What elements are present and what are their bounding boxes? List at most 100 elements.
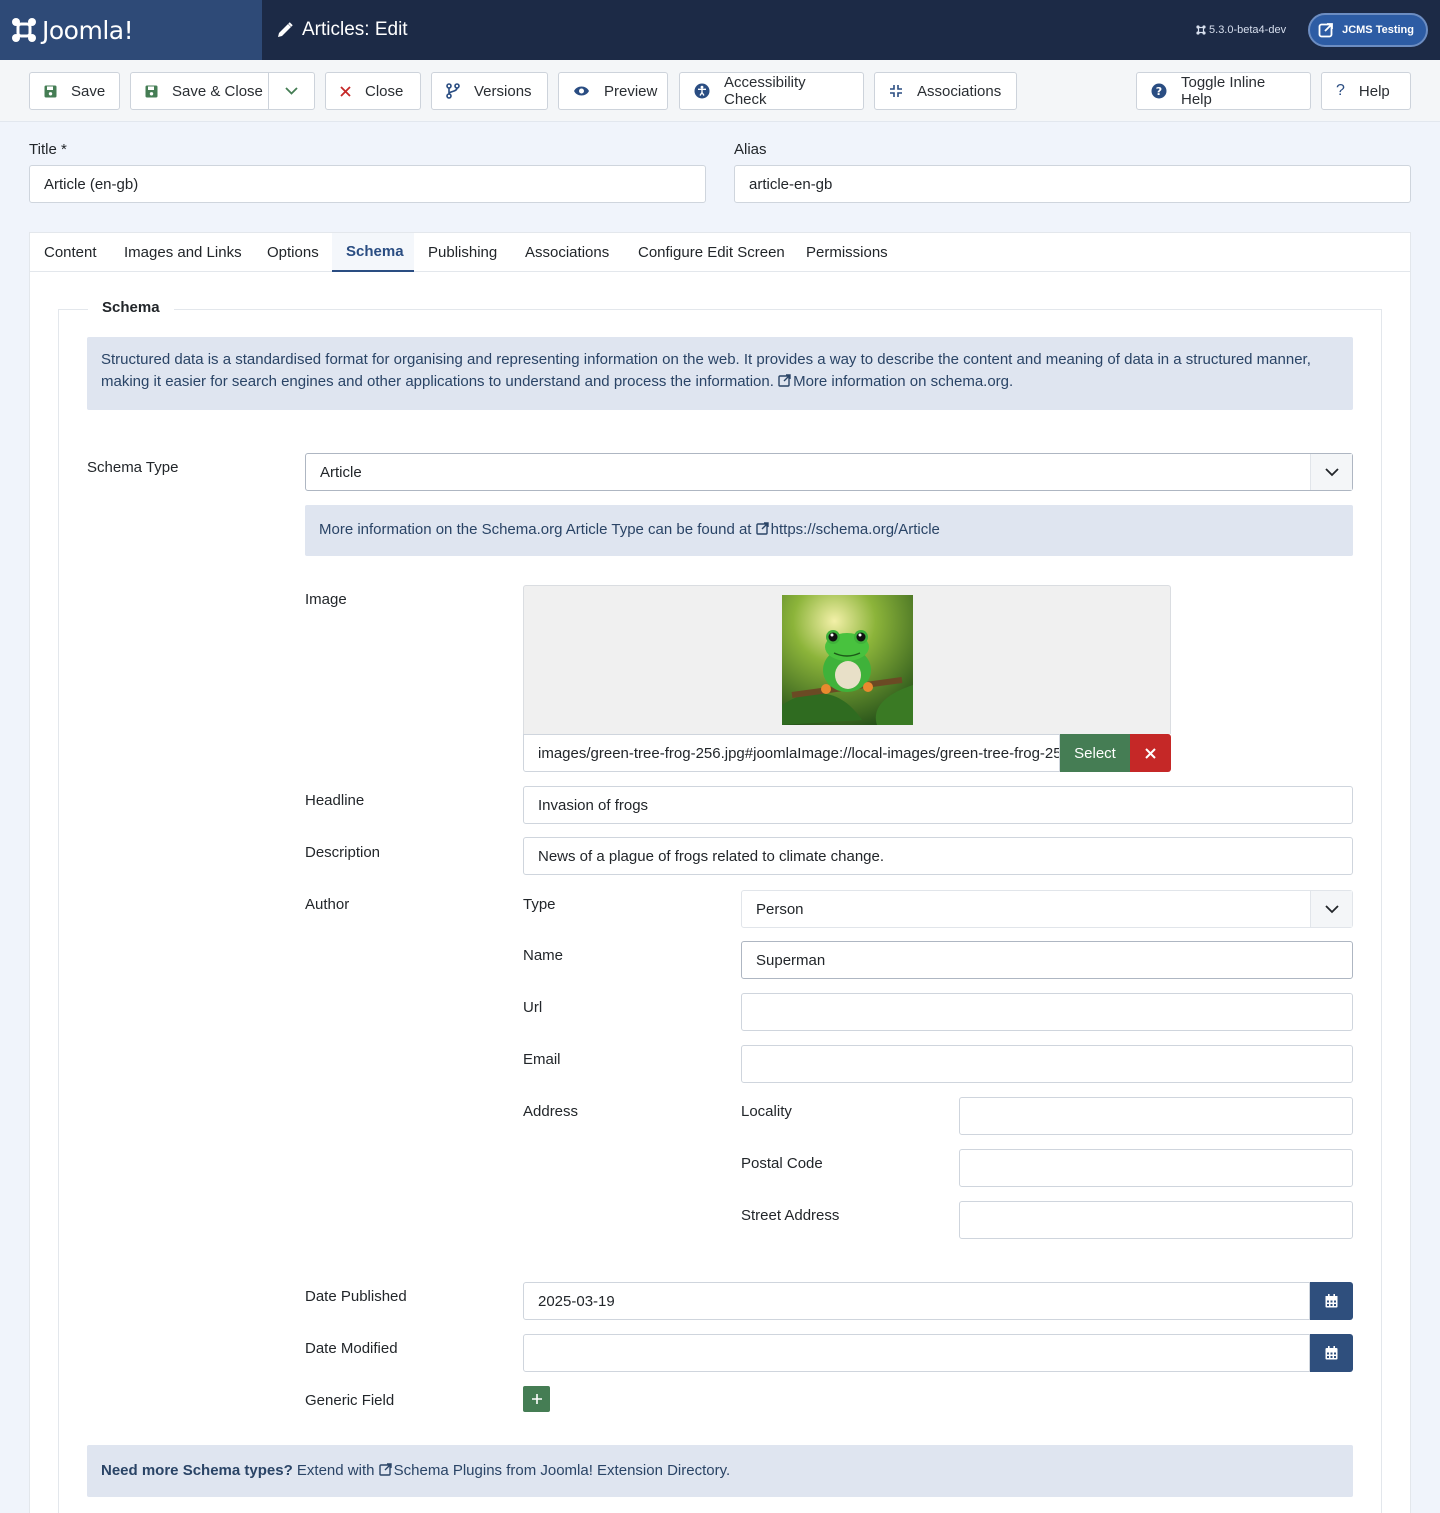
schema-article-link-text: https://schema.org/Article xyxy=(770,521,940,538)
page-title: Articles: Edit xyxy=(302,19,408,40)
joomla-logo[interactable]: Joomla! xyxy=(0,0,262,60)
eye-icon xyxy=(573,85,590,97)
external-link-icon xyxy=(778,374,791,387)
floppy-icon xyxy=(145,85,158,98)
author-url-input[interactable] xyxy=(741,993,1353,1031)
chevron-down-icon xyxy=(285,87,298,95)
site-link-button[interactable]: JCMS Testing xyxy=(1308,13,1428,47)
alias-input[interactable]: article-en-gb xyxy=(734,165,1411,203)
schema-org-link-text: More information on schema.org. xyxy=(793,373,1014,390)
title-input[interactable]: Article (en-gb) xyxy=(29,165,706,203)
schema-type-info-alert: More information on the Schema.org Artic… xyxy=(305,505,1353,556)
author-type-label: Type xyxy=(523,896,556,913)
associations-button[interactable]: Associations xyxy=(874,72,1017,110)
author-type-select[interactable]: Person xyxy=(741,890,1353,928)
accessibility-check-button[interactable]: Accessibility Check xyxy=(679,72,864,110)
plus-icon xyxy=(531,1394,542,1404)
schema-intro-text: Structured data is a standardised format… xyxy=(101,351,1311,390)
schema-intro-alert: Structured data is a standardised format… xyxy=(87,337,1353,410)
image-select-button[interactable]: Select xyxy=(1060,734,1130,772)
logo-text: Joomla! xyxy=(42,15,134,45)
close-icon xyxy=(340,85,351,97)
date-modified-calendar-button[interactable] xyxy=(1310,1334,1353,1372)
tab-options[interactable]: Options xyxy=(253,233,333,272)
close-button[interactable]: Close xyxy=(325,72,421,110)
versions-button[interactable]: Versions xyxy=(431,72,548,110)
image-clear-button[interactable] xyxy=(1130,734,1171,772)
joomla-small-icon xyxy=(1196,25,1206,35)
tab-bar: Content Images and Links Options Schema … xyxy=(30,233,1410,272)
save-dropdown-toggle[interactable] xyxy=(268,73,314,109)
versions-label: Versions xyxy=(474,82,532,100)
version-text: 5.3.0-beta4-dev xyxy=(1209,24,1287,36)
tab-images-and-links[interactable]: Images and Links xyxy=(110,233,256,272)
calendar-icon xyxy=(1325,1346,1338,1360)
close-icon xyxy=(1145,747,1156,759)
street-address-label: Street Address xyxy=(741,1207,840,1224)
pencil-icon xyxy=(278,22,293,37)
title-label: Title * xyxy=(29,141,67,158)
author-url-label: Url xyxy=(523,999,543,1016)
headline-input[interactable]: Invasion of frogs xyxy=(523,786,1353,824)
image-label: Image xyxy=(305,591,347,608)
code-branch-icon xyxy=(446,83,460,99)
schema-article-link[interactable]: https://schema.org/Article xyxy=(755,521,940,538)
tab-publishing[interactable]: Publishing xyxy=(414,233,511,272)
date-published-calendar-button[interactable] xyxy=(1310,1282,1353,1320)
chevron-down-icon xyxy=(1310,891,1352,927)
save-label: Save xyxy=(71,82,106,100)
alias-label: Alias xyxy=(734,141,767,158)
postal-code-input[interactable] xyxy=(959,1149,1353,1187)
close-label: Close xyxy=(365,82,404,100)
accessibility-label: Accessibility Check xyxy=(724,74,806,108)
version-label: 5.3.0-beta4-dev xyxy=(1196,24,1286,36)
generic-field-label: Generic Field xyxy=(305,1392,395,1409)
author-address-label: Address xyxy=(523,1103,579,1120)
joomla-logo-icon xyxy=(12,18,36,42)
calendar-icon xyxy=(1325,1294,1338,1308)
save-close-button[interactable]: Save & Close xyxy=(130,72,315,110)
tab-associations[interactable]: Associations xyxy=(511,233,623,272)
description-input[interactable]: News of a plague of frogs related to cli… xyxy=(523,837,1353,875)
tab-schema[interactable]: Schema xyxy=(332,233,414,272)
schema-type-value: Article xyxy=(320,463,362,481)
toggle-help-label: Toggle Inline Help xyxy=(1181,74,1266,108)
page-heading: Articles: Edit xyxy=(262,19,408,41)
help-button[interactable]: ? Help xyxy=(1321,72,1411,110)
author-name-input[interactable]: Superman xyxy=(741,941,1353,979)
postal-code-label: Postal Code xyxy=(741,1155,823,1172)
external-link-icon xyxy=(1318,23,1333,38)
universal-access-icon xyxy=(694,83,710,99)
toggle-inline-help-button[interactable]: ? Toggle Inline Help xyxy=(1136,72,1311,110)
schema-type-label: Schema Type xyxy=(87,459,179,476)
tab-content[interactable]: Content xyxy=(30,233,111,272)
more-schema-alert: Need more Schema types? Extend with Sche… xyxy=(87,1445,1353,1497)
schema-plugins-link[interactable]: Schema Plugins from Joomla! Extension Di… xyxy=(378,1462,730,1479)
frog-image xyxy=(782,595,913,725)
preview-button[interactable]: Preview xyxy=(558,72,668,110)
street-address-input[interactable] xyxy=(959,1201,1353,1239)
add-generic-field-button[interactable] xyxy=(523,1386,550,1412)
schema-type-info-text: More information on the Schema.org Artic… xyxy=(319,521,752,538)
tab-permissions[interactable]: Permissions xyxy=(792,233,902,272)
author-email-input[interactable] xyxy=(741,1045,1353,1083)
date-published-input[interactable]: 2025-03-19 xyxy=(523,1282,1310,1320)
compress-icon xyxy=(889,84,903,98)
image-path-input[interactable]: images/green-tree-frog-256.jpg#joomlaIma… xyxy=(523,734,1060,772)
author-email-label: Email xyxy=(523,1051,561,1068)
external-link-icon xyxy=(755,522,769,535)
toolbar: Save Save & Close Close Versions Preview… xyxy=(0,60,1440,122)
chevron-down-icon xyxy=(1310,454,1352,490)
author-type-value: Person xyxy=(756,900,804,918)
locality-input[interactable] xyxy=(959,1097,1353,1135)
floppy-icon xyxy=(44,85,57,98)
author-label: Author xyxy=(305,896,350,913)
schema-type-select[interactable]: Article xyxy=(305,453,1353,491)
tab-configure-edit-screen[interactable]: Configure Edit Screen xyxy=(624,233,799,272)
question-circle-icon: ? xyxy=(1151,83,1167,99)
locality-label: Locality xyxy=(741,1103,792,1120)
date-modified-input[interactable] xyxy=(523,1334,1310,1372)
schema-org-link[interactable]: More information on schema.org. xyxy=(778,373,1013,390)
date-published-label: Date Published xyxy=(305,1288,407,1305)
save-button[interactable]: Save xyxy=(29,72,120,110)
